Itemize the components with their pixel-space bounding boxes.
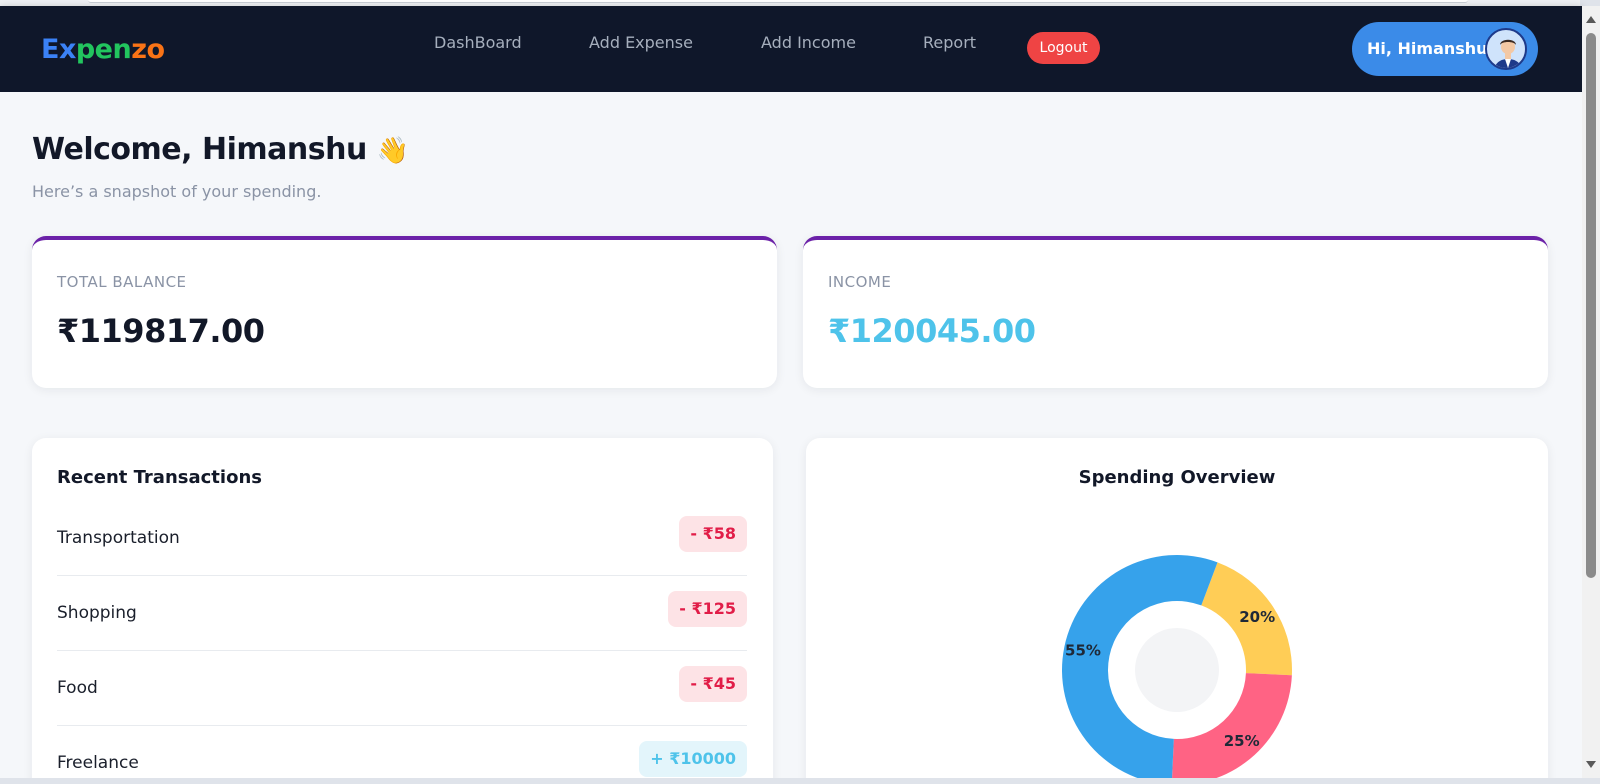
pie-slice-label: 55% [1065,642,1101,660]
logo-part-2: pen [75,34,132,65]
page-title: Welcome, Himanshu 👋 [32,132,409,167]
income-value: ₹120045.00 [828,312,1036,350]
scroll-up-arrow-icon[interactable] [1586,16,1596,23]
vertical-scrollbar[interactable] [1582,6,1600,778]
donut-center [1135,628,1219,712]
total-balance-value: ₹119817.00 [57,312,265,350]
scrollbar-thumb[interactable] [1586,33,1596,578]
pie-slice-label: 25% [1224,732,1260,750]
page-subtitle: Here’s a snapshot of your spending. [32,182,322,201]
user-greeting: Hi, Himanshu [1367,39,1488,58]
welcome-text: Welcome, Himanshu [32,132,367,167]
logo[interactable]: Expenzo [41,34,165,65]
transaction-name: Shopping [57,603,137,623]
transaction-name: Food [57,678,98,698]
transaction-name: Freelance [57,753,139,773]
transaction-row[interactable]: Transportation - ₹58 [57,502,747,576]
logout-button[interactable]: Logout [1027,32,1100,64]
spending-donut-chart: 20% 25% 55% [1062,555,1292,778]
recent-transactions-title: Recent Transactions [57,467,262,488]
user-avatar-icon [1494,39,1522,68]
nav-add-income[interactable]: Add Income [761,33,856,52]
spending-overview-card: Spending Overview 20% 25% 55% [806,438,1548,778]
waving-hand-icon: 👋 [376,136,409,166]
transaction-row[interactable]: Freelance + ₹10000 [57,727,747,778]
income-card: INCOME ₹120045.00 [803,236,1548,388]
pie-slice-label: 20% [1239,608,1275,626]
recent-transactions-card: Recent Transactions Transportation - ₹58… [32,438,773,778]
transaction-amount: - ₹58 [679,516,747,552]
nav-add-expense[interactable]: Add Expense [589,33,693,52]
scroll-down-arrow-icon[interactable] [1586,761,1596,768]
income-label: INCOME [828,273,892,291]
spending-overview-title: Spending Overview [1078,467,1276,488]
top-navbar: Expenzo DashBoard Add Expense Add Income… [0,6,1582,92]
user-menu-button[interactable]: Hi, Himanshu [1352,22,1538,76]
logo-part-3: zo [131,34,165,65]
nav-dashboard[interactable]: DashBoard [434,33,522,52]
total-balance-label: TOTAL BALANCE [57,273,187,291]
total-balance-card: TOTAL BALANCE ₹119817.00 [32,236,777,388]
dashboard-content: Welcome, Himanshu 👋 Here’s a snapshot of… [0,92,1582,778]
nav-report[interactable]: Report [923,33,976,52]
browser-bottom-edge [0,778,1600,784]
transaction-amount: - ₹125 [668,591,747,627]
transaction-amount: - ₹45 [679,666,747,702]
transaction-amount: + ₹10000 [639,741,747,777]
transaction-row[interactable]: Shopping - ₹125 [57,577,747,651]
transaction-name: Transportation [57,528,180,548]
logo-part-1: Ex [41,34,76,65]
transaction-row[interactable]: Food - ₹45 [57,652,747,726]
avatar [1485,28,1527,70]
